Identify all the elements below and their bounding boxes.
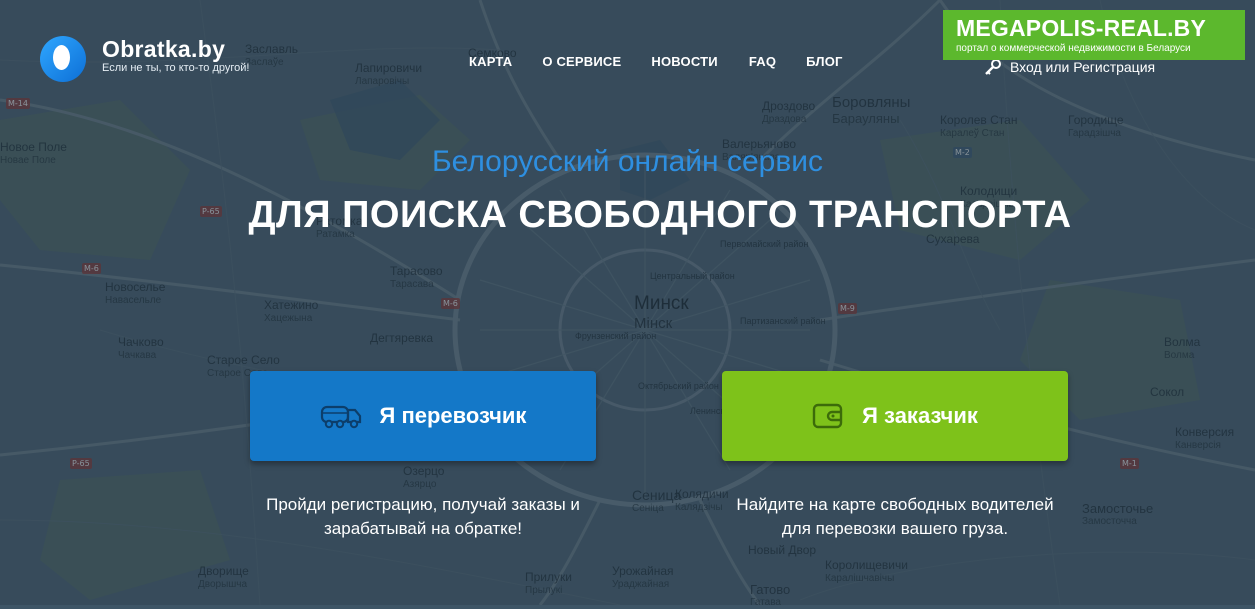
wallet-icon xyxy=(812,403,843,429)
hero-subtitle: Белорусский онлайн сервис xyxy=(431,145,824,178)
promo-banner[interactable]: MEGAPOLIS-REAL.BY портал о коммерческой … xyxy=(943,10,1245,60)
promo-title: MEGAPOLIS-REAL.BY xyxy=(956,15,1207,41)
nav-item-about[interactable]: О СЕРВИСЕ xyxy=(542,54,621,69)
promo-subtitle: портал о коммерческой недвижимости в Бел… xyxy=(956,43,1191,54)
nav-item-faq[interactable]: FAQ xyxy=(749,54,776,69)
nav-item-news[interactable]: НОВОСТИ xyxy=(651,54,717,69)
site-logo[interactable]: Obratka.by Если не ты, то кто-то другой! xyxy=(40,36,249,82)
carrier-description: Пройди регистрацию, получай заказы и зар… xyxy=(266,495,580,538)
logo-icon xyxy=(40,36,86,82)
hero-headline: ДЛЯ ПОИСКА СВОБОДНОГО ТРАНСПОРТА xyxy=(248,194,1072,236)
carrier-button-label: Я перевозчик xyxy=(379,403,527,428)
main-nav: КАРТА О СЕРВИСЕ НОВОСТИ FAQ БЛОГ xyxy=(469,54,873,69)
truck-icon xyxy=(320,405,361,429)
login-register-label: Вход или Регистрация xyxy=(1010,59,1156,75)
brand-name: Obratka.by xyxy=(102,36,226,62)
customer-button[interactable]: Я заказчик xyxy=(722,371,1068,461)
brand-tagline: Если не ты, то кто-то другой! xyxy=(102,62,250,74)
nav-item-blog[interactable]: БЛОГ xyxy=(806,54,842,69)
login-register-link[interactable]: Вход или Регистрация xyxy=(984,58,1155,76)
customer-button-label: Я заказчик xyxy=(862,403,978,428)
key-icon xyxy=(985,59,1001,75)
carrier-button[interactable]: Я перевозчик xyxy=(250,371,596,461)
customer-description: Найдите на карте свободных водителей для… xyxy=(736,495,1054,538)
nav-item-map[interactable]: КАРТА xyxy=(469,54,512,69)
